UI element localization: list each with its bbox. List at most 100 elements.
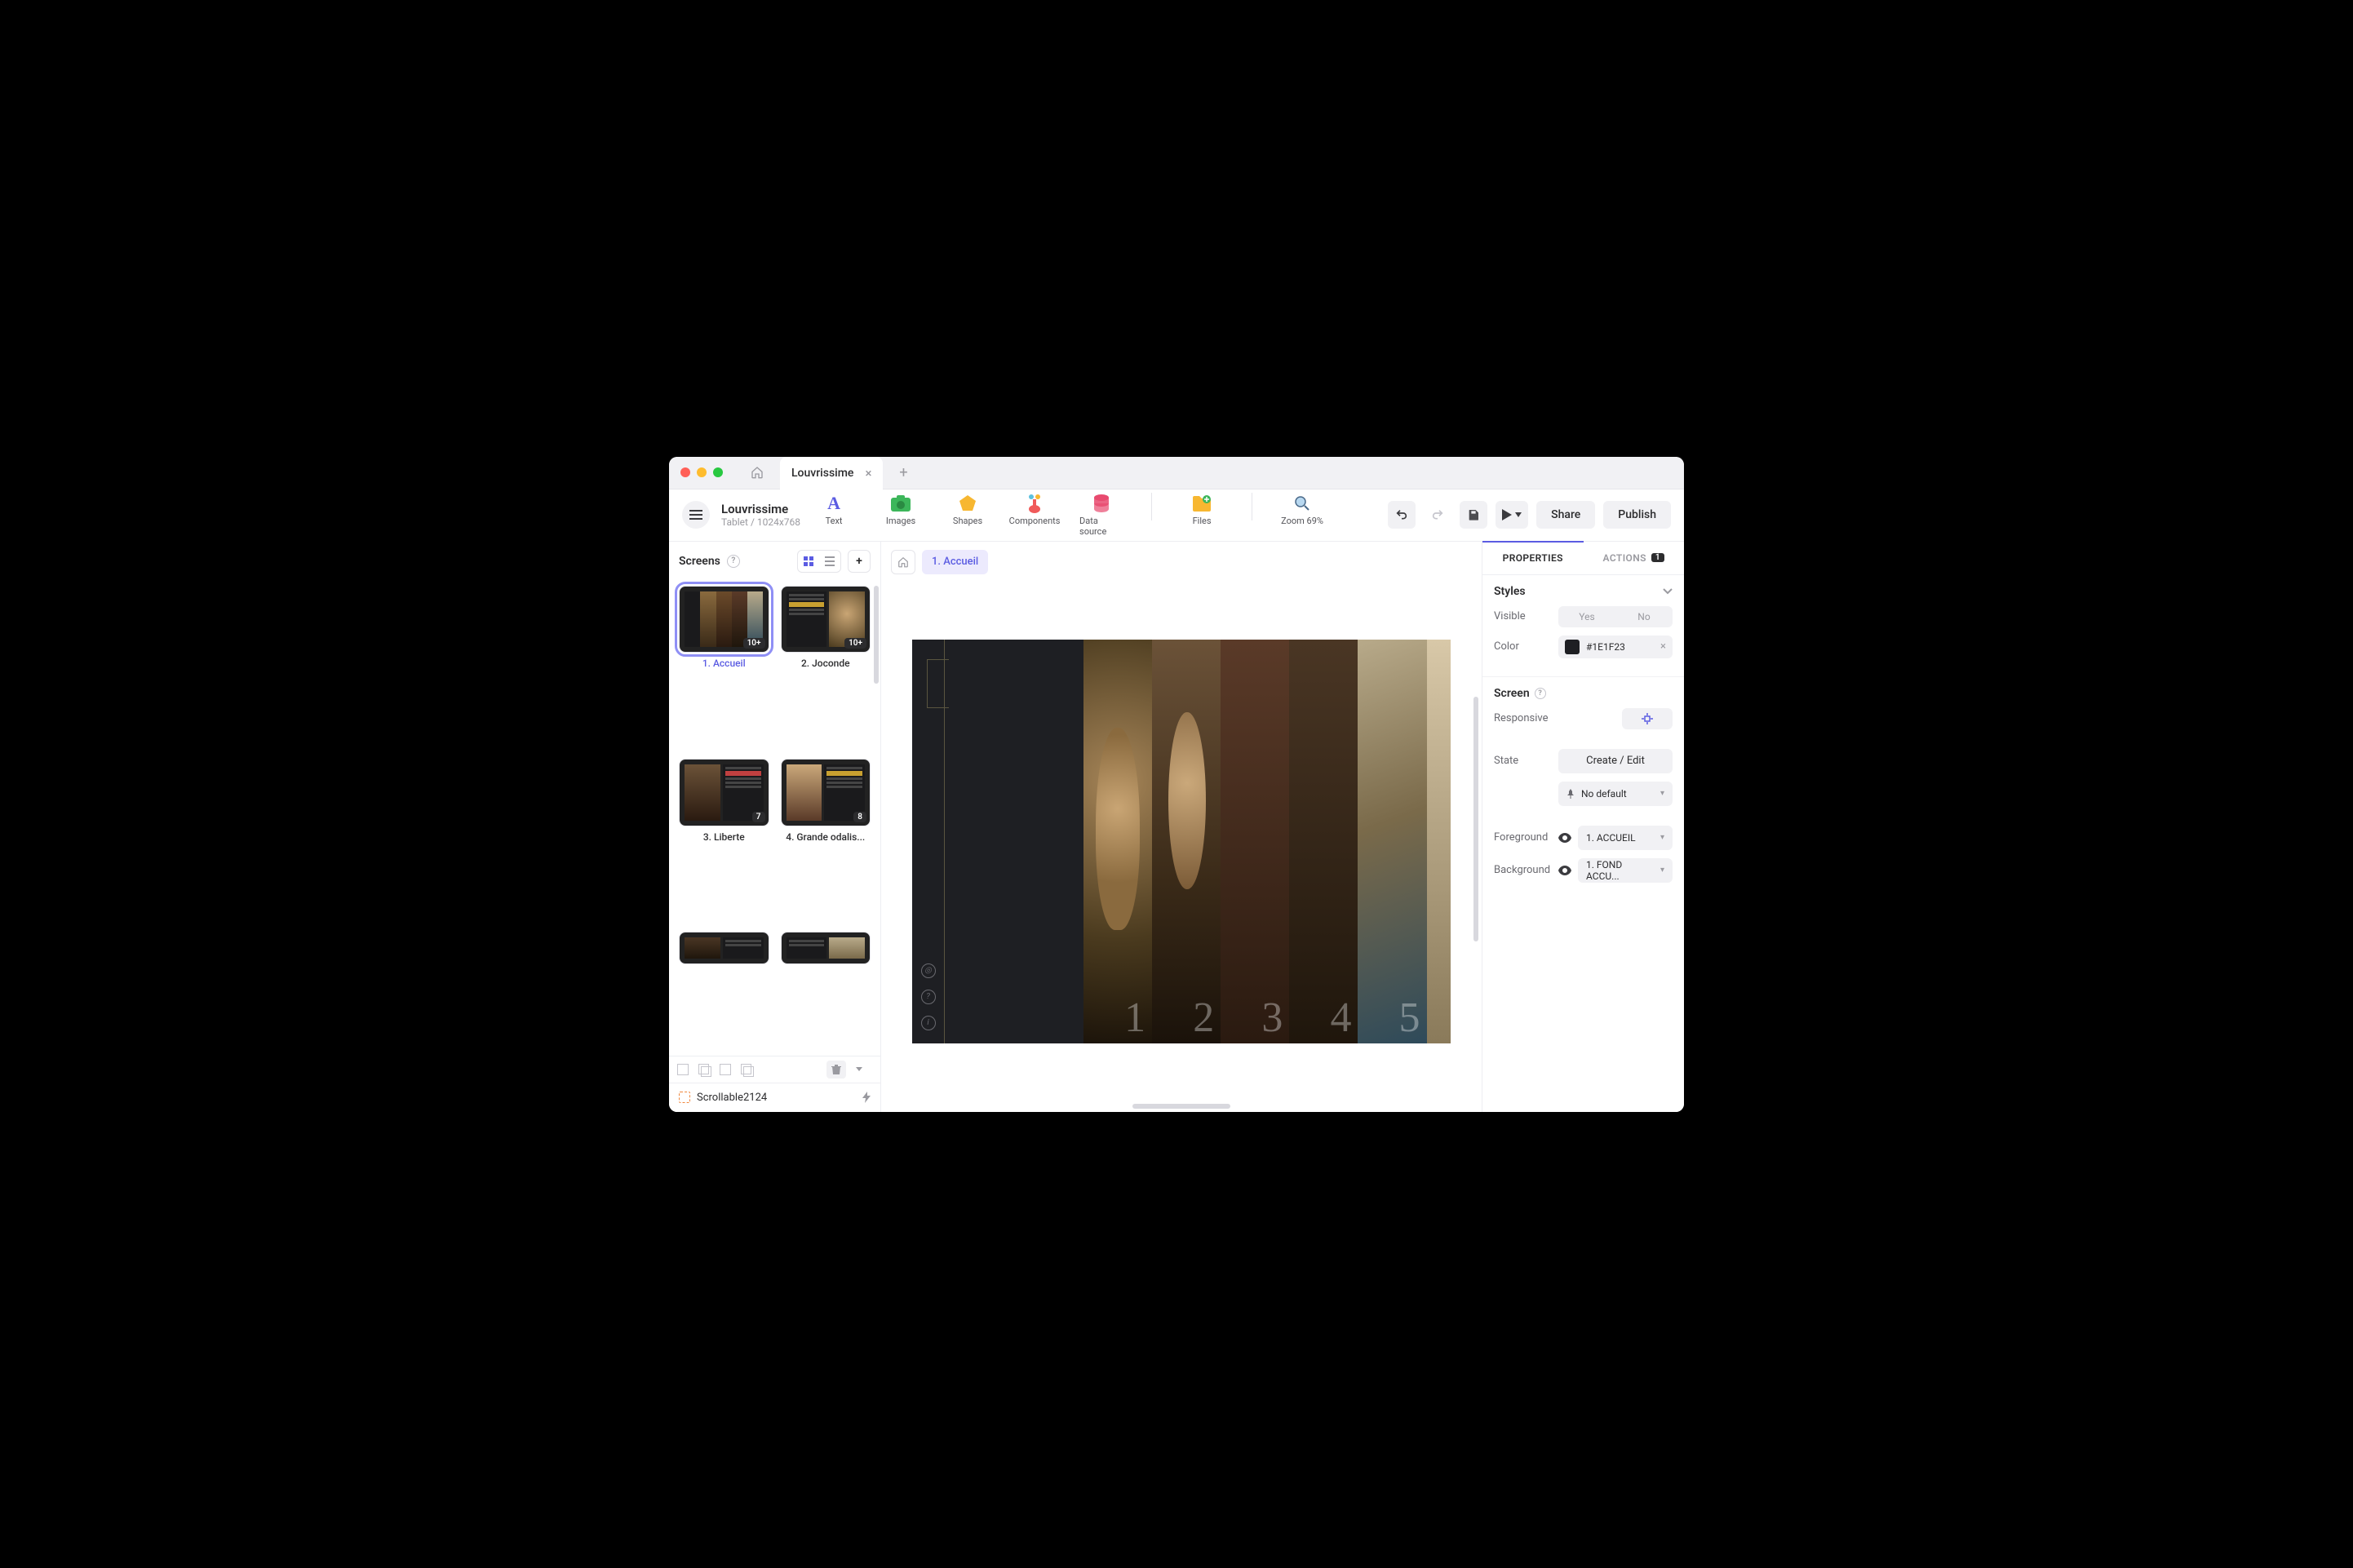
layer-back-icon[interactable] xyxy=(677,1064,689,1075)
screen-thumb-6[interactable] xyxy=(781,932,871,1045)
screen-thumb-joconde[interactable]: 10+ 2. Joconde xyxy=(781,586,871,751)
zoom-icon xyxy=(1292,493,1313,514)
painting-strip-4[interactable]: 4 xyxy=(1289,640,1358,1043)
help-icon[interactable]: ? xyxy=(1535,688,1546,699)
visible-yes[interactable]: Yes xyxy=(1558,606,1615,627)
breadcrumb-home[interactable] xyxy=(891,550,915,574)
tool-zoom-label: Zoom 69% xyxy=(1281,516,1323,526)
painting-strip-6[interactable] xyxy=(1427,640,1451,1043)
titlebar: Louvrissime × + xyxy=(669,457,1684,489)
background-dropdown[interactable]: 1. FOND ACCU... ▾ xyxy=(1578,858,1673,883)
help-icon[interactable]: ? xyxy=(921,990,936,1004)
screen-caption: 2. Joconde xyxy=(801,658,850,669)
tab-close-icon[interactable]: × xyxy=(865,466,871,481)
screen-thumb-odalisque[interactable]: 8 4. Grande odalis... xyxy=(781,759,871,924)
tool-images[interactable]: Images xyxy=(879,493,923,526)
tool-shapes[interactable]: Shapes xyxy=(946,493,990,526)
project-info: Louvrissime Tablet / 1024x768 xyxy=(721,502,800,528)
background-label: Background xyxy=(1494,864,1550,876)
screen-thumb-liberte[interactable]: 7 3. Liberte xyxy=(679,759,769,924)
share-button[interactable]: Share xyxy=(1536,501,1595,529)
layer-front-icon[interactable] xyxy=(741,1064,752,1075)
color-field[interactable]: #1E1F23 × xyxy=(1558,636,1673,658)
color-swatch[interactable] xyxy=(1565,640,1580,654)
foreground-value: 1. ACCUEIL xyxy=(1586,832,1636,844)
collapse-icon[interactable] xyxy=(1663,588,1673,595)
tool-datasource-label: Data source xyxy=(1079,516,1123,537)
play-button[interactable] xyxy=(1496,501,1528,529)
canvas-stage[interactable]: ◎ ? i 1 2 3 4 5 xyxy=(881,582,1482,1101)
visibility-icon[interactable] xyxy=(1558,833,1571,843)
breadcrumb-current[interactable]: 1. Accueil xyxy=(922,550,988,574)
publish-label: Publish xyxy=(1618,508,1656,521)
minimize-window-icon[interactable] xyxy=(697,467,707,477)
clear-color-icon[interactable]: × xyxy=(1660,640,1666,653)
chevron-down-icon xyxy=(856,1067,862,1071)
foreground-dropdown[interactable]: 1. ACCUEIL ▾ xyxy=(1578,826,1673,850)
tab-add[interactable]: + xyxy=(891,464,915,481)
undo-icon xyxy=(1395,508,1408,521)
tool-zoom[interactable]: Zoom 69% xyxy=(1280,493,1324,526)
screen-thumb-5[interactable] xyxy=(679,932,769,1045)
list-view-button[interactable] xyxy=(819,551,840,572)
tool-datasource[interactable]: Data source xyxy=(1079,493,1123,537)
screen-title: Screen xyxy=(1494,687,1530,700)
tab-active[interactable]: Louvrissime × xyxy=(780,457,883,489)
device-frame[interactable]: ◎ ? i 1 2 3 4 5 xyxy=(912,640,1451,1043)
save-button[interactable] xyxy=(1460,501,1487,529)
responsive-toggle[interactable] xyxy=(1622,708,1673,729)
chevron-down-icon xyxy=(1663,588,1673,595)
styles-title: Styles xyxy=(1494,585,1526,598)
visible-toggle[interactable]: Yes No xyxy=(1558,606,1673,627)
help-icon[interactable]: ? xyxy=(727,555,740,568)
tool-files[interactable]: Files xyxy=(1180,493,1224,526)
visible-no[interactable]: No xyxy=(1615,606,1673,627)
painting-strip-3[interactable]: 3 xyxy=(1221,640,1289,1043)
visible-label: Visible xyxy=(1494,610,1526,622)
painting-strip-1[interactable]: 1 xyxy=(1083,640,1152,1043)
tool-components[interactable]: Components xyxy=(1013,493,1057,526)
bolt-icon[interactable] xyxy=(862,1092,871,1103)
visibility-icon[interactable] xyxy=(1558,866,1571,875)
badge: 7 xyxy=(752,812,765,822)
info-icon[interactable]: i xyxy=(921,1016,936,1030)
images-icon xyxy=(890,493,911,514)
publish-button[interactable]: Publish xyxy=(1603,501,1671,529)
chevron-down-icon xyxy=(1515,512,1522,517)
tool-text[interactable]: A Text xyxy=(812,493,856,526)
undo-button[interactable] xyxy=(1388,501,1416,529)
toolbar-actions: Share Publish xyxy=(1388,501,1671,529)
layer-more-button[interactable] xyxy=(856,1067,872,1071)
screen-thumb-accueil[interactable]: 10+ 1. Accueil xyxy=(679,586,769,751)
redo-button[interactable] xyxy=(1424,501,1451,529)
screens-grid[interactable]: 10+ 1. Accueil 10+ 2. Joconde 7 xyxy=(669,581,880,1056)
scrollable-icon xyxy=(679,1092,690,1103)
layer-toolbar xyxy=(669,1056,880,1083)
scrollbar-thumb[interactable] xyxy=(874,586,879,684)
canvas-scrollbar-h[interactable] xyxy=(881,1101,1482,1112)
painting-strip-2[interactable]: 2 xyxy=(1152,640,1221,1043)
tab-properties[interactable]: PROPERTIES xyxy=(1482,541,1584,574)
tab-home[interactable] xyxy=(742,460,772,485)
menu-button[interactable] xyxy=(682,501,710,529)
maximize-window-icon[interactable] xyxy=(713,467,723,477)
strip-number: 4 xyxy=(1330,994,1351,1042)
state-create-button[interactable]: Create / Edit xyxy=(1558,749,1673,773)
location-icon[interactable]: ◎ xyxy=(921,963,936,978)
grid-view-button[interactable] xyxy=(798,551,819,572)
close-window-icon[interactable] xyxy=(680,467,690,477)
tab-actions[interactable]: ACTIONS 1 xyxy=(1584,542,1685,574)
play-icon xyxy=(1502,509,1512,520)
delete-button[interactable] xyxy=(826,1061,846,1079)
state-default-dropdown[interactable]: No default ▾ xyxy=(1558,782,1673,806)
canvas-scrollbar-v[interactable] xyxy=(1473,697,1478,941)
responsive-icon xyxy=(1641,712,1654,725)
add-screen-button[interactable]: + xyxy=(848,550,871,573)
painting-strip-5[interactable]: 5 xyxy=(1358,640,1426,1043)
tree-node-label[interactable]: Scrollable2124 xyxy=(697,1092,767,1104)
layer-forward-icon[interactable] xyxy=(720,1064,731,1075)
list-icon xyxy=(825,556,835,566)
layer-backward-icon[interactable] xyxy=(698,1064,710,1075)
share-label: Share xyxy=(1551,508,1580,521)
tool-files-label: Files xyxy=(1193,516,1212,526)
